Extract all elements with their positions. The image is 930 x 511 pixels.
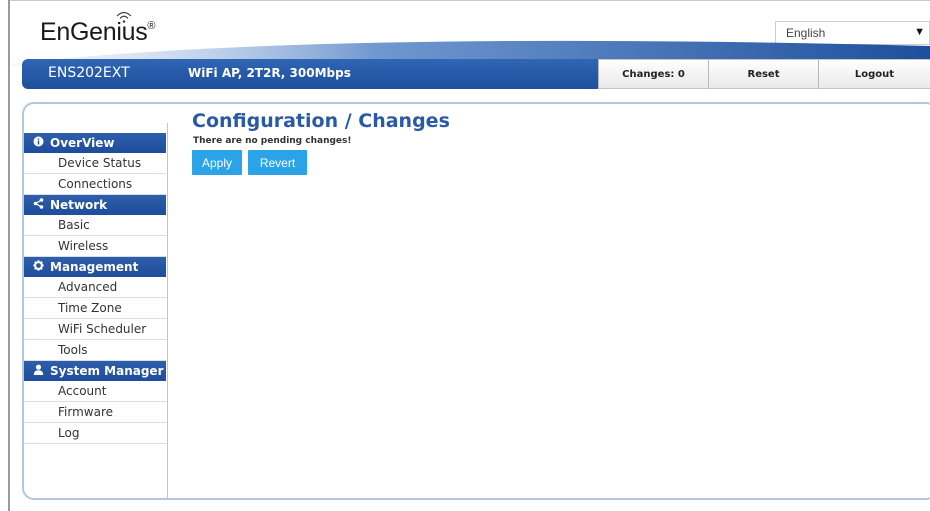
sidebar-section-network[interactable]: Network <box>24 195 166 215</box>
sidebar-section-management[interactable]: Management <box>24 257 166 277</box>
sidebar-item-account[interactable]: Account <box>24 381 166 402</box>
sidebar-item-log[interactable]: Log <box>24 423 166 444</box>
sidebar-item-firmware[interactable]: Firmware <box>24 402 166 423</box>
revert-button[interactable]: Revert <box>248 150 307 175</box>
registered-mark: ® <box>147 20 156 32</box>
sidebar-divider <box>167 123 168 498</box>
sidebar-item-tools[interactable]: Tools <box>24 340 166 361</box>
apply-button[interactable]: Apply <box>192 150 242 175</box>
sidebar-item-connections[interactable]: Connections <box>24 174 166 195</box>
gear-icon <box>32 260 44 274</box>
wifi-icon <box>116 11 132 23</box>
sidebar-section-overview[interactable]: OverView <box>24 133 166 153</box>
sidebar-item-device-status[interactable]: Device Status <box>24 153 166 174</box>
sidebar-section-system-manager[interactable]: System Manager <box>24 361 166 381</box>
sidebar-item-basic[interactable]: Basic <box>24 215 166 236</box>
sidebar-section-label: System Manager <box>50 364 164 378</box>
reset-button[interactable]: Reset <box>708 59 818 89</box>
device-description: WiFi AP, 2T2R, 300Mbps <box>188 66 351 80</box>
pending-changes-message: There are no pending changes! <box>193 136 352 146</box>
share-icon <box>32 198 44 212</box>
sidebar-item-wifi-scheduler[interactable]: WiFi Scheduler <box>24 319 166 340</box>
sidebar-nav: OverView Device Status Connections Netwo… <box>24 133 166 444</box>
sidebar-section-label: OverView <box>50 136 115 150</box>
device-model: ENS202EXT <box>48 65 130 81</box>
sidebar-item-time-zone[interactable]: Time Zone <box>24 298 166 319</box>
window-left-border <box>8 0 10 511</box>
logout-button[interactable]: Logout <box>818 59 930 89</box>
info-circle-icon <box>32 136 44 150</box>
user-icon <box>32 364 44 378</box>
sidebar-item-advanced[interactable]: Advanced <box>24 277 166 298</box>
changes-button[interactable]: Changes: 0 <box>598 59 708 89</box>
page-title: Configuration / Changes <box>192 110 450 132</box>
sidebar-section-label: Management <box>50 260 139 274</box>
window-top-border <box>8 0 930 1</box>
sidebar-item-wireless[interactable]: Wireless <box>24 236 166 257</box>
sidebar-section-label: Network <box>50 198 108 212</box>
